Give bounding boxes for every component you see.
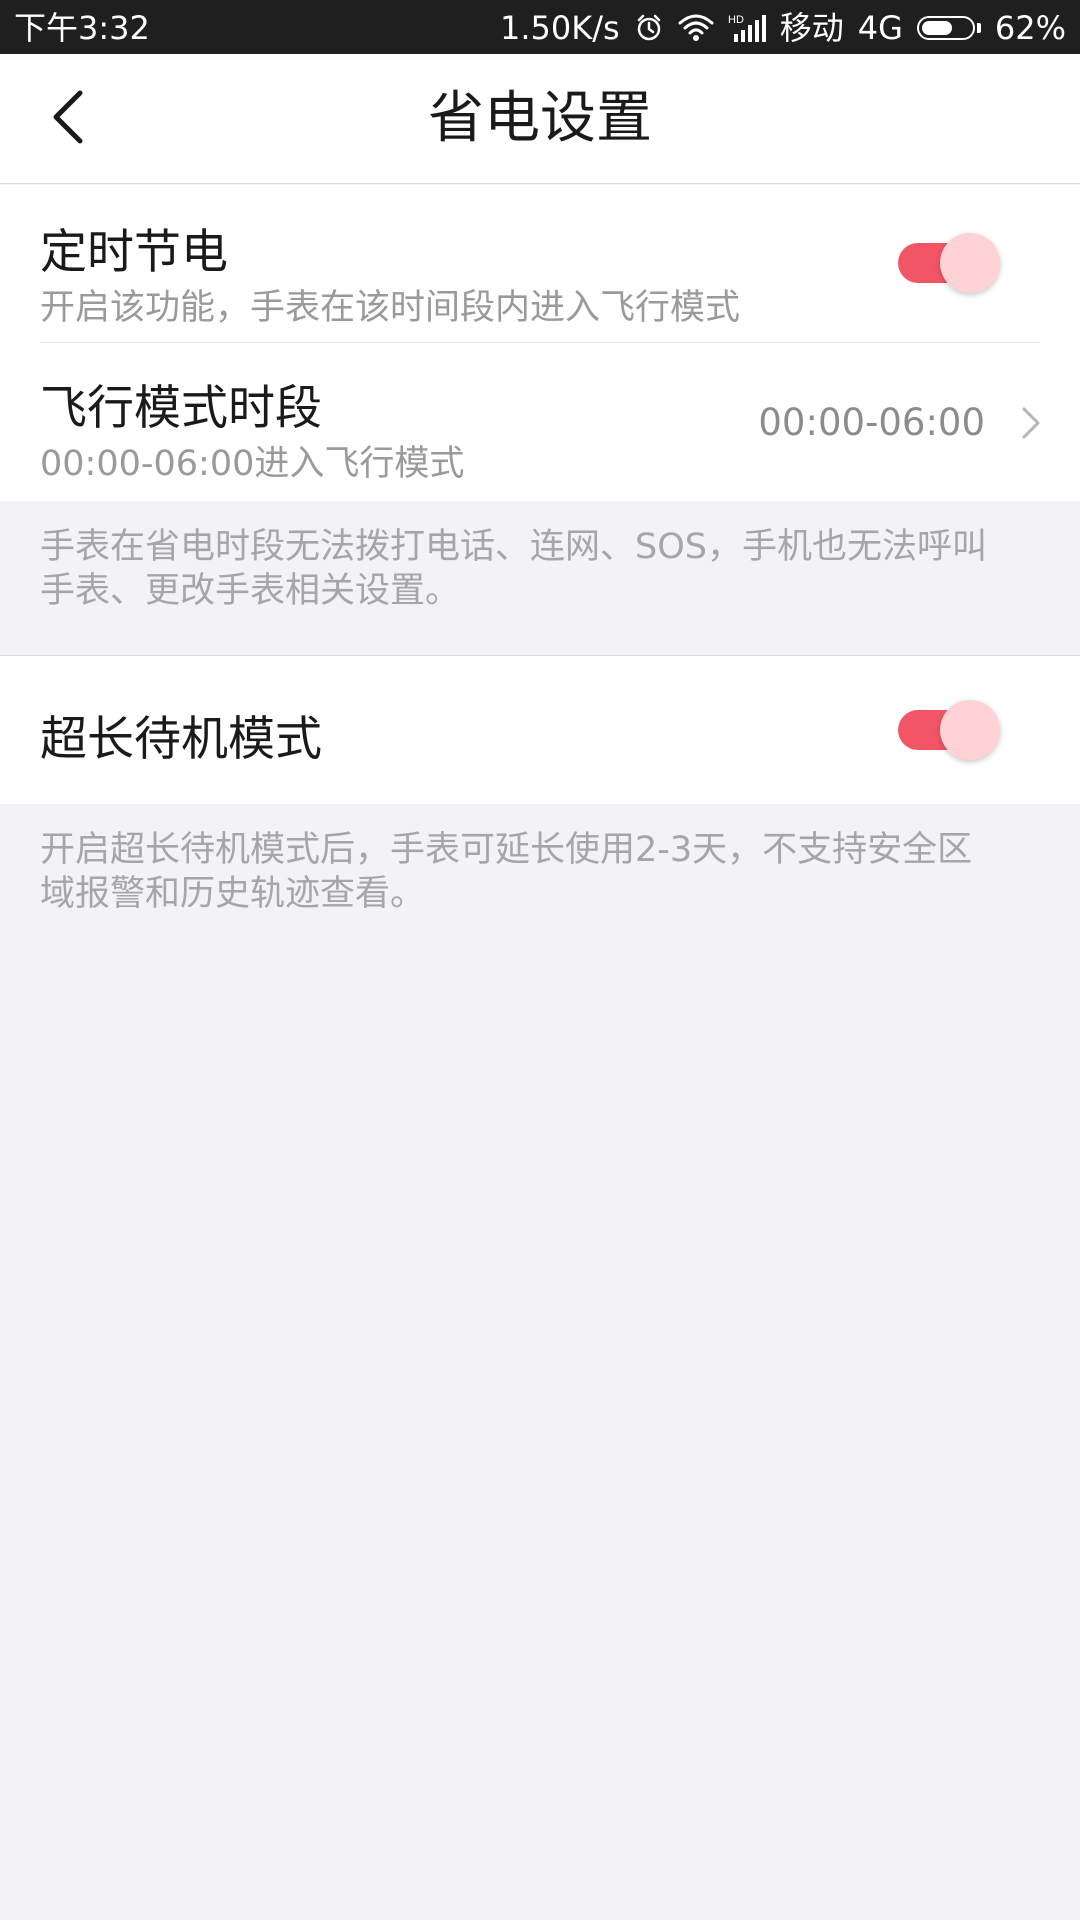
chevron-left-icon — [50, 90, 84, 148]
toggle-knob — [940, 700, 1000, 760]
status-right-group: 1.50K/s HD 移动 4G 62% — [500, 6, 1066, 50]
signal-strength-icon: HD — [728, 6, 766, 50]
timed-power-saving-toggle[interactable] — [898, 231, 1002, 295]
alarm-clock-icon — [634, 6, 664, 50]
toggle-knob — [940, 233, 1000, 293]
airplane-period-row[interactable]: 飞行模式时段 00:00-06:00进入飞行模式 00:00-06:00 — [0, 343, 1080, 501]
battery-fill — [921, 21, 952, 35]
ultra-standby-note: 开启超长待机模式后，手表可延长使用2-3天，不支持安全区 域报警和历史轨迹查看。 — [40, 828, 1040, 916]
ultra-standby-note-line2: 域报警和历史轨迹查看。 — [40, 874, 426, 914]
page-title: 省电设置 — [428, 86, 652, 151]
airplane-period-value: 00:00-06:00 — [758, 401, 985, 444]
airplane-period-subtitle: 00:00-06:00进入飞行模式 — [40, 444, 465, 484]
carrier-name: 移动 — [779, 9, 844, 47]
ultra-standby-note-line1: 开启超长待机模式后，手表可延长使用2-3天，不支持安全区 — [40, 830, 973, 870]
status-bar: 下午3:32 1.50K/s HD 移动 4G 62% — [0, 0, 1080, 54]
battery-tip — [976, 23, 981, 33]
network-type: 4G — [857, 9, 903, 47]
ultra-standby-row: 超长待机模式 — [0, 656, 1080, 804]
airplane-period-title: 飞行模式时段 — [40, 381, 322, 436]
battery-percent: 62% — [994, 9, 1066, 47]
status-time: 下午3:32 — [14, 9, 150, 47]
ultra-standby-toggle[interactable] — [898, 698, 1002, 762]
battery-icon — [916, 16, 981, 40]
chevron-right-icon — [1016, 403, 1046, 443]
timed-power-saving-row: 定时节电 开启该功能，手表在该时间段内进入飞行模式 — [0, 185, 1080, 343]
battery-body — [916, 16, 975, 40]
network-speed: 1.50K/s — [500, 9, 620, 47]
signal-hd-label: HD — [728, 14, 744, 26]
power-saving-note-line1: 手表在省电时段无法拨打电话、连网、SOS，手机也无法呼叫 — [40, 527, 987, 567]
timed-power-saving-title: 定时节电 — [40, 225, 228, 280]
app-header: 省电设置 — [0, 54, 1080, 184]
back-button[interactable] — [34, 86, 100, 152]
power-saving-note: 手表在省电时段无法拨打电话、连网、SOS，手机也无法呼叫 手表、更改手表相关设置… — [40, 525, 1040, 613]
ultra-standby-title: 超长待机模式 — [40, 712, 322, 767]
wifi-icon — [678, 6, 714, 50]
timed-power-saving-subtitle: 开启该功能，手表在该时间段内进入飞行模式 — [40, 288, 741, 328]
power-saving-note-line2: 手表、更改手表相关设置。 — [40, 571, 461, 611]
